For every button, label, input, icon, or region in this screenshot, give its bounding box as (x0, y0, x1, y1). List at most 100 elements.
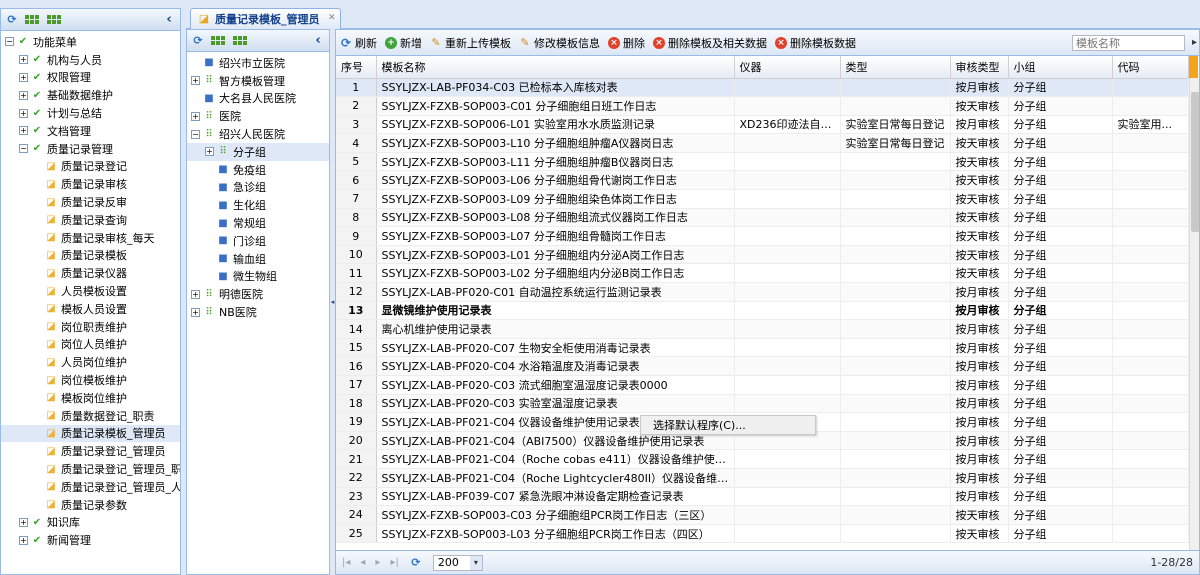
left-tree-item[interactable]: + ✔ 权限管理 (1, 69, 180, 87)
table-cell[interactable] (840, 208, 951, 228)
table-cell[interactable]: 分子组 (1008, 375, 1113, 395)
left-tree-item[interactable]: ◪ 模板岗位维护 (1, 389, 180, 407)
org-tree-item[interactable]: ■ 绍兴市立医院 (187, 54, 329, 72)
table-cell[interactable] (734, 301, 841, 321)
table-cell[interactable] (734, 524, 841, 544)
table-cell[interactable]: 分子组 (1008, 245, 1113, 265)
left-tree-item[interactable]: + ✔ 基础数据维护 (1, 86, 180, 104)
table-cell[interactable]: 分子组 (1008, 133, 1113, 153)
table-cell[interactable]: SSYLJZX-LAB-PF020-C01 自动温控系统运行监测记录表 (376, 282, 735, 302)
table-cell[interactable]: 分子组 (1008, 170, 1113, 191)
table-cell[interactable]: 按天审核 (950, 170, 1009, 191)
table-cell[interactable]: 按月审核 (950, 115, 1009, 135)
table-cell[interactable] (840, 505, 951, 525)
table-cell[interactable] (1112, 356, 1189, 376)
table-cell[interactable]: SSYLJZX-FZXB-SOP006-L01 实验室用水水质监测记录 (376, 115, 735, 135)
table-cell[interactable]: 分子组 (1008, 78, 1113, 98)
table-cell[interactable] (1112, 319, 1189, 339)
table-cell[interactable] (840, 245, 951, 265)
table-cell[interactable]: 按月审核 (950, 449, 1009, 469)
table-cell[interactable]: SSYLJZX-FZXB-SOP003-C03 分子细胞组PCR岗工作日志（三区… (376, 505, 735, 525)
table-row[interactable]: 23 SSYLJZX-LAB-PF039-C07 紧急洗眼冲淋设备定期检查记录表 按… (336, 487, 1199, 507)
table-row[interactable]: 7 SSYLJZX-FZXB-SOP003-L09 分子细胞组染色体岗工作日志 按天… (336, 189, 1199, 209)
table-cell[interactable]: SSYLJZX-FZXB-SOP003-L02 分子细胞组内分泌B岗工作日志 (376, 263, 735, 284)
table-row[interactable]: 22 SSYLJZX-LAB-PF021-C04（Roche Lightcycle… (336, 468, 1199, 488)
table-cell[interactable]: 分子组 (1008, 431, 1113, 451)
table-cell[interactable]: SSYLJZX-LAB-PF020-C04 水浴箱温度及消毒记录表 (376, 356, 735, 376)
left-tree-item[interactable]: − ✔ 质量记录管理 (1, 140, 180, 158)
left-tree-item[interactable]: ◪ 人员模板设置 (1, 282, 180, 300)
table-cell[interactable]: 分子组 (1008, 505, 1113, 525)
table-cell[interactable] (734, 170, 841, 191)
org-tree-item[interactable]: − ⠿ 绍兴人民医院 (187, 125, 329, 143)
table-cell[interactable]: 实验室日常每日登记 (840, 115, 951, 135)
table-cell[interactable]: 按月审核 (950, 319, 1009, 339)
table-cell[interactable]: 按月审核 (950, 301, 1009, 321)
expand-toggle-icon[interactable]: + (191, 76, 200, 86)
refresh-icon[interactable]: ⟳ (191, 34, 205, 48)
expand-toggle-icon[interactable]: + (19, 72, 28, 82)
table-cell[interactable]: 按月审核 (950, 356, 1009, 376)
left-tree-item[interactable]: + ✔ 计划与总结 (1, 104, 180, 122)
table-cell[interactable] (1112, 133, 1189, 153)
left-tree-item[interactable]: ◪ 质量记录登记 (1, 158, 180, 176)
table-row[interactable]: 12 SSYLJZX-LAB-PF020-C01 自动温控系统运行监测记录表 按月审… (336, 282, 1199, 302)
table-row[interactable]: 4 SSYLJZX-FZXB-SOP003-L10 分子细胞组肿瘤A仪器岗日志 实验… (336, 133, 1199, 153)
table-cell[interactable]: SSYLJZX-FZXB-SOP003-L11 分子细胞组肿瘤B仪器岗日志 (376, 152, 735, 172)
table-cell[interactable] (734, 208, 841, 228)
left-tree-item[interactable]: ◪ 人员岗位维护 (1, 353, 180, 371)
table-cell[interactable] (734, 78, 841, 98)
expand-toggle-icon[interactable]: + (205, 147, 214, 157)
table-cell[interactable] (734, 282, 841, 302)
table-cell[interactable]: SSYLJZX-LAB-PF020-C07 生物安全柜使用消毒记录表 (376, 338, 735, 358)
collapse-panel-icon[interactable]: ‹ (162, 12, 176, 27)
table-cell[interactable]: 分子组 (1008, 487, 1113, 507)
left-tree-item[interactable]: ◪ 质量记录查询 (1, 211, 180, 229)
table-cell[interactable]: 按月审核 (950, 394, 1009, 414)
table-cell[interactable]: 分子组 (1008, 189, 1113, 209)
refresh-icon[interactable]: ⟳ (409, 556, 423, 570)
table-row[interactable]: 9 SSYLJZX-FZXB-SOP003-L07 分子细胞组骨髓岗工作日志 按天审… (336, 226, 1199, 246)
table-cell[interactable] (1112, 505, 1189, 525)
table-cell[interactable] (734, 356, 841, 376)
table-cell[interactable]: SSYLJZX-FZXB-SOP003-L09 分子细胞组染色体岗工作日志 (376, 189, 735, 209)
table-row[interactable]: 18 SSYLJZX-LAB-PF020-C03 实验室温湿度记录表 按月审核 分子组 (336, 394, 1199, 414)
table-cell[interactable]: 分子组 (1008, 152, 1113, 172)
table-cell[interactable] (840, 152, 951, 172)
column-header[interactable]: 小组 (1008, 56, 1113, 79)
expand-toggle-icon[interactable]: − (191, 129, 200, 139)
table-cell[interactable]: 分子组 (1008, 96, 1113, 116)
left-tree-item[interactable]: ◪ 质量记录模板 (1, 247, 180, 265)
table-cell[interactable]: 实验室用... (1112, 115, 1189, 135)
table-cell[interactable] (1112, 412, 1189, 432)
left-tree-item[interactable]: ◪ 质量记录参数 (1, 496, 180, 514)
delete-template-data-button[interactable]: × 删除模板数据 (775, 35, 856, 51)
scrollbar-thumb[interactable] (1191, 92, 1199, 232)
table-cell[interactable]: SSYLJZX-FZXB-SOP003-L06 分子细胞组骨代谢岗工作日志 (376, 170, 735, 191)
table-row[interactable]: 1 SSYLJZX-LAB-PF034-C03 已检标本入库核对表 按月审核 分子组 (336, 78, 1199, 98)
table-cell[interactable]: SSYLJZX-FZXB-SOP003-L07 分子细胞组骨髓岗工作日志 (376, 226, 735, 246)
table-cell[interactable] (1112, 226, 1189, 246)
column-header[interactable]: 代码 (1112, 56, 1189, 79)
expand-toggle-icon[interactable]: − (19, 144, 28, 154)
table-cell[interactable] (1112, 338, 1189, 358)
table-cell[interactable]: 按月审核 (950, 78, 1009, 98)
table-cell[interactable] (840, 524, 951, 544)
table-row[interactable]: 10 SSYLJZX-FZXB-SOP003-L01 分子细胞组内分泌A岗工作日志… (336, 245, 1199, 265)
table-cell[interactable]: SSYLJZX-LAB-PF034-C03 已检标本入库核对表 (376, 78, 735, 98)
table-cell[interactable]: 按天审核 (950, 226, 1009, 246)
table-row[interactable]: 8 SSYLJZX-FZXB-SOP003-L08 分子细胞组流式仪器岗工作日志 按… (336, 208, 1199, 228)
left-tree-item[interactable]: ◪ 质量记录审核_每天 (1, 229, 180, 247)
table-cell[interactable]: 按月审核 (950, 338, 1009, 358)
table-cell[interactable] (734, 449, 841, 469)
table-cell[interactable] (734, 245, 841, 265)
table-cell[interactable]: 分子组 (1008, 394, 1113, 414)
table-cell[interactable] (1112, 449, 1189, 469)
table-cell[interactable] (734, 189, 841, 209)
table-cell[interactable]: SSYLJZX-LAB-PF021-C04（Roche cobas e411）仪… (376, 449, 735, 469)
table-cell[interactable] (1112, 524, 1189, 544)
left-splitter[interactable] (181, 8, 185, 575)
org-tree-item[interactable]: ■ 微生物组 (187, 268, 329, 286)
left-tree-item[interactable]: ◪ 质量记录反审 (1, 193, 180, 211)
table-cell[interactable] (840, 189, 951, 209)
